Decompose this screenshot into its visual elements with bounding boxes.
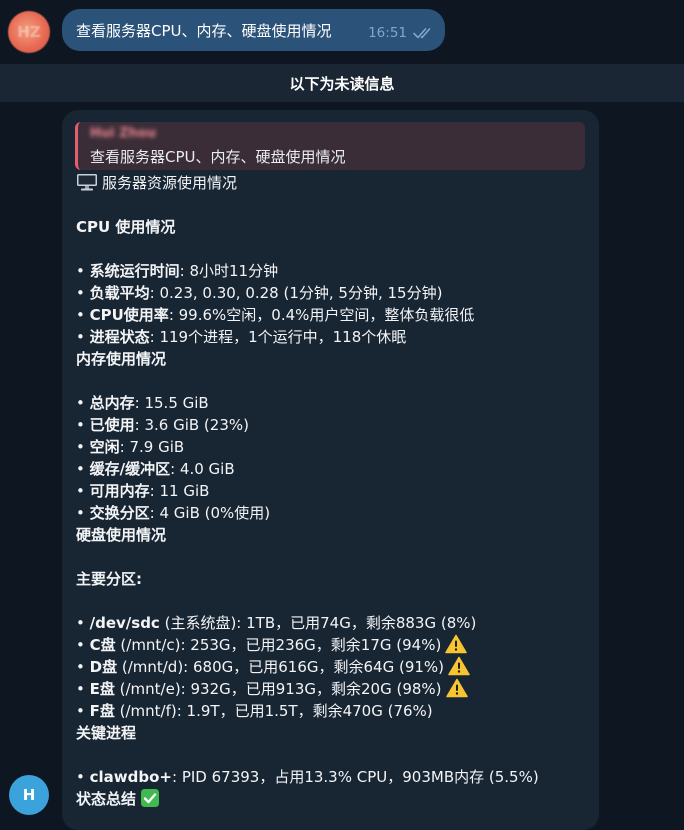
warning-icon — [448, 656, 470, 676]
list-item: • C盘 (/mnt/c): 253G，已用236G，剩余17G (94%) — [76, 634, 586, 656]
double-check-icon — [413, 28, 431, 39]
list-item: • 空闲: 7.9 GiB — [76, 438, 185, 456]
message-body: 服务器资源使用情况 CPU 使用情况 • 系统运行时间: 8小时11分钟 • 负… — [76, 172, 586, 810]
list-item: • 已使用: 3.6 GiB (23%) — [76, 416, 249, 434]
list-item: • clawdbo+: PID 67393，占用13.3% CPU，903MB内… — [76, 768, 539, 786]
incoming-message[interactable]: Hui Zhou 查看服务器CPU、内存、硬盘使用情况 服务器资源使用情况 CP… — [62, 110, 599, 830]
warning-icon — [445, 634, 468, 654]
sender-avatar[interactable]: HZ — [8, 11, 50, 53]
reply-sender-name: Hui Zhou — [90, 126, 156, 141]
bot-avatar[interactable]: H — [9, 775, 49, 815]
list-item: • 可用内存: 11 GiB — [76, 482, 210, 500]
message-time: 16:51 — [368, 25, 407, 41]
list-item: • 缓存/缓冲区: 4.0 GiB — [76, 460, 235, 478]
unread-label: 以下为未读信息 — [289, 74, 395, 93]
summary-heading: 状态总结 — [76, 790, 137, 808]
desktop-computer-icon — [77, 174, 97, 191]
reply-text: 查看服务器CPU、内存、硬盘使用情况 — [90, 148, 346, 166]
list-item: • 系统运行时间: 8小时11分钟 — [76, 262, 279, 280]
list-item: • E盘 (/mnt/e): 932G，已用913G，剩余20G (98%) — [76, 678, 586, 700]
outgoing-message-text: 查看服务器CPU、内存、硬盘使用情况 — [76, 21, 332, 40]
list-item: • 进程状态: 119个进程，1个运行中，118个休眠 — [76, 328, 407, 346]
list-item: • 负载平均: 0.23, 0.30, 0.28 (1分钟, 5分钟, 15分钟… — [76, 284, 443, 302]
list-item: • CPU使用率: 99.6%空闲，0.4%用户空间，整体负载很低 — [76, 306, 475, 324]
disk-subheading: 主要分区: — [76, 570, 142, 588]
list-item: • 总内存: 15.5 GiB — [76, 394, 209, 412]
list-item: • D盘 (/mnt/d): 680G，已用616G，剩余64G (91%) — [76, 656, 586, 678]
list-item: • /dev/sdc (主系统盘): 1TB，已用74G，剩余883G (8%) — [76, 614, 477, 632]
message-title: 服务器资源使用情况 — [102, 174, 238, 192]
unread-separator: 以下为未读信息 — [0, 64, 684, 102]
cpu-heading: CPU 使用情况 — [76, 218, 176, 236]
memory-heading: 内存使用情况 — [76, 350, 167, 368]
process-heading: 关键进程 — [76, 724, 137, 742]
summary-line: 状态总结 — [76, 788, 586, 810]
list-item: • 交换分区: 4 GiB (0%使用) — [76, 504, 271, 522]
reply-quote[interactable]: Hui Zhou 查看服务器CPU、内存、硬盘使用情况 — [75, 122, 585, 170]
list-item: • F盘 (/mnt/f): 1.9T，已用1.5T，剩余470G (76%) — [76, 702, 433, 720]
check-mark-button-icon — [141, 789, 160, 807]
outgoing-message[interactable]: 查看服务器CPU、内存、硬盘使用情况 16:51 — [62, 9, 445, 51]
message-title-line: 服务器资源使用情况 — [76, 172, 586, 194]
disk-heading: 硬盘使用情况 — [76, 526, 167, 544]
warning-icon — [445, 678, 468, 698]
message-meta: 16:51 — [368, 25, 435, 41]
